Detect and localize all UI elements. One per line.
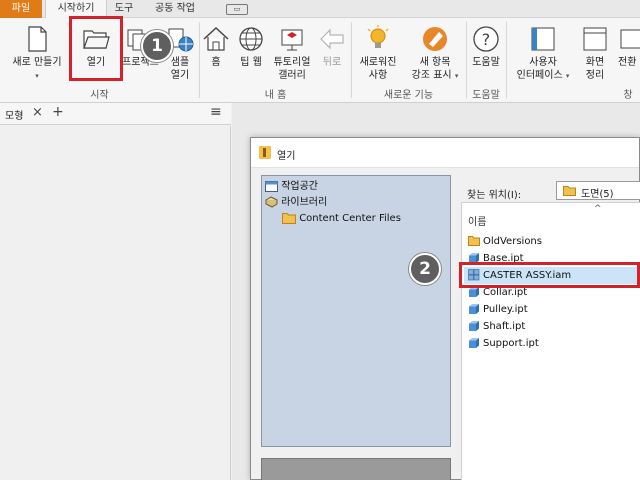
highlight-new-label: 새 항목 강조 표시 ▾ <box>411 57 459 81</box>
whats-new-label: 새로워진 사항 <box>359 57 397 81</box>
file-row-support-ipt[interactable]: Support.ipt <box>468 335 539 352</box>
back-button[interactable]: 뒤로 <box>316 20 348 84</box>
switch-window-button[interactable]: 전환 <box>614 20 640 84</box>
help-button[interactable]: ? 도움말 <box>468 20 504 84</box>
file-row-pulley-ipt[interactable]: Pulley.ipt <box>468 301 528 318</box>
location-workspace[interactable]: 작업공간 <box>265 179 318 195</box>
tutorial-gallery-icon <box>281 29 303 51</box>
tips-web-label: 팁 웹 <box>240 57 262 68</box>
user-interface-icon <box>531 27 555 51</box>
group-label-window: 창 <box>623 90 633 101</box>
file-row-caster-assy-iam[interactable]: CASTER ASSY.iam <box>464 267 640 284</box>
workspace-icon <box>265 181 278 192</box>
model-browser-panel <box>0 126 231 480</box>
file-name: CASTER ASSY.iam <box>483 270 572 281</box>
part-file-icon <box>469 321 479 331</box>
column-header-name[interactable]: 이름 <box>468 213 486 228</box>
tutorial-gallery-label: 튜토리얼 갤러리 <box>273 57 311 81</box>
group-separator <box>506 22 507 98</box>
home-button[interactable]: 홈 <box>200 20 232 84</box>
ribbon-tab-strip: 파일 시작하기 도구 공동 작업 ▭ <box>0 0 640 19</box>
step-1-badge: 1 <box>141 30 173 62</box>
ribbon: 새로 만들기 ▾ 열기 프로젝트 샘플 열기 시작 홈 팁 웹 튜토리얼 갤러리… <box>0 18 640 103</box>
tab-get-started[interactable]: 시작하기 <box>45 0 107 19</box>
file-name: Collar.ipt <box>483 287 528 298</box>
group-label-help: 도움말 <box>472 90 500 101</box>
tab-tools[interactable]: 도구 <box>109 0 139 18</box>
group-label-start: 시작 <box>90 90 109 101</box>
assembly-file-icon <box>468 269 480 281</box>
arrange-windows-icon <box>583 27 607 51</box>
whats-new-button[interactable]: 새로워진 사항 <box>352 20 404 84</box>
folder-icon <box>563 186 576 196</box>
open-dialog: 열기 작업공간 라이브러리 Content Center Files 찾는 위치… <box>250 137 640 480</box>
dialog-title: 열기 <box>277 151 296 162</box>
new-label: 새로 만들기 ▾ <box>12 57 62 80</box>
arrange-label: 화면 정리 <box>585 57 605 81</box>
dialog-titlebar: 열기 <box>251 138 639 168</box>
file-row-oldversions[interactable]: OldVersions <box>468 233 542 250</box>
model-panel-header: 모형 × + ≡ <box>0 103 231 125</box>
home-label: 홈 <box>211 57 221 68</box>
user-interface-button[interactable]: 사용자 인터페이스 ▾ <box>514 20 572 84</box>
file-name: Base.ipt <box>483 253 524 264</box>
location-content-center[interactable]: Content Center Files <box>282 211 401 227</box>
location-library[interactable]: 라이브러리 <box>265 195 327 211</box>
group-label-my-home: 내 홈 <box>264 90 287 101</box>
model-tab-label[interactable]: 모형 <box>5 107 23 122</box>
help-label: 도움말 <box>472 57 500 68</box>
samples-label: 샘플 열기 <box>170 57 190 81</box>
tab-collaborate[interactable]: 공동 작업 <box>146 0 204 18</box>
back-arrow-icon <box>320 28 344 50</box>
close-panel-icon[interactable]: × <box>32 105 43 120</box>
highlighter-icon <box>423 27 447 51</box>
user-interface-label: 사용자 인터페이스 ▾ <box>516 57 570 81</box>
folder-icon <box>282 213 296 224</box>
panel-menu-icon[interactable]: ≡ <box>210 104 222 120</box>
library-icon <box>265 196 278 208</box>
open-label: 열기 <box>86 57 106 68</box>
file-name: Support.ipt <box>483 338 539 349</box>
file-name: Shaft.ipt <box>483 321 526 332</box>
part-file-icon <box>469 287 479 297</box>
ribbon-display-toggle-icon[interactable]: ▭ <box>226 4 248 15</box>
new-file-icon <box>28 26 47 52</box>
file-name: OldVersions <box>483 236 542 247</box>
highlight-new-button[interactable]: 새 항목 강조 표시 ▾ <box>406 20 464 84</box>
file-row-collar-ipt[interactable]: Collar.ipt <box>468 284 527 301</box>
group-label-new-features: 새로운 기능 <box>383 90 434 101</box>
part-file-icon <box>469 338 479 348</box>
add-panel-icon[interactable]: + <box>52 104 64 120</box>
open-button[interactable]: 열기 <box>70 20 122 84</box>
lightbulb-icon <box>367 25 389 48</box>
new-button[interactable]: 새로 만들기 ▾ <box>6 20 68 84</box>
part-file-icon <box>469 253 479 263</box>
step-2-badge: 2 <box>409 253 441 285</box>
home-icon <box>203 26 229 51</box>
tips-web-button[interactable]: 팁 웹 <box>234 20 268 84</box>
tutorial-gallery-button[interactable]: 튜토리얼 갤러리 <box>268 20 316 84</box>
sort-chevron-icon: ^ <box>594 204 602 214</box>
part-file-icon <box>469 304 479 314</box>
inventor-app-icon <box>259 146 271 159</box>
file-name: Pulley.ipt <box>483 304 528 315</box>
file-row-shaft-ipt[interactable]: Shaft.ipt <box>468 318 525 335</box>
help-icon: ? <box>473 26 499 52</box>
svg-text:?: ? <box>482 30 491 49</box>
switch-label: 전환 <box>618 57 637 68</box>
open-folder-icon <box>83 30 110 49</box>
look-in-value: 도면(5) <box>581 189 614 200</box>
tab-file[interactable]: 파일 <box>0 0 42 18</box>
preview-pane <box>261 458 451 480</box>
folder-icon <box>468 236 480 246</box>
switch-window-icon <box>620 29 640 49</box>
file-list: 이름 ^ OldVersions Base.ipt CASTER ASSY.iam C… <box>461 202 640 480</box>
look-in-dropdown[interactable]: 도면(5) <box>556 181 640 200</box>
locations-pane: 작업공간 라이브러리 Content Center Files <box>261 175 451 447</box>
back-label: 뒤로 <box>322 57 342 68</box>
globe-icon <box>239 27 263 51</box>
file-row-base-ipt[interactable]: Base.ipt <box>468 250 524 267</box>
look-in-label: 찾는 위치(I): <box>467 190 522 201</box>
arrange-button[interactable]: 화면 정리 <box>578 20 612 84</box>
